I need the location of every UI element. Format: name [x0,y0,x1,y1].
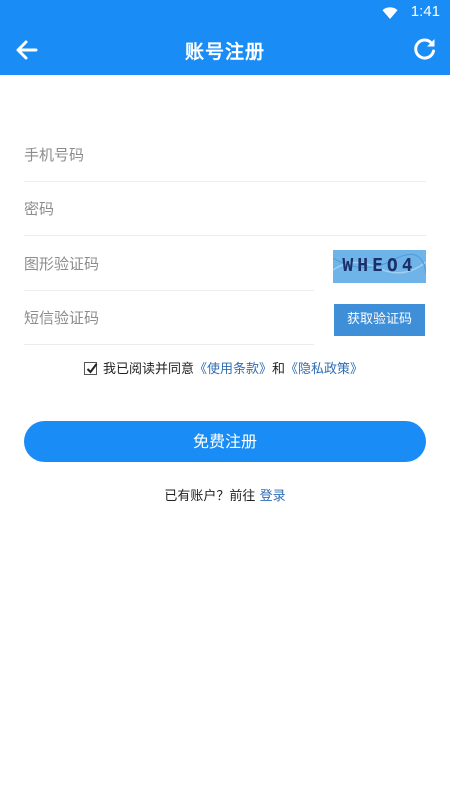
agreement-checkbox[interactable] [84,362,98,375]
refresh-icon[interactable] [412,36,438,62]
checkmark-icon [86,363,98,374]
phone-field [24,128,426,182]
login-link[interactable]: 登录 [260,489,286,504]
agreement-conjunction: 和 [272,362,286,377]
sms-code-input[interactable] [24,291,314,344]
login-prompt: 已有账户？前往 登录 [0,485,450,504]
agreement-row: 我已阅读并同意《使用条款》和《隐私政策》 [84,358,363,378]
get-sms-code-button[interactable]: 获取验证码 [334,304,425,336]
password-field [24,182,426,236]
app-bar: 账号注册 [0,24,450,75]
captcha-field [24,237,314,291]
phone-input[interactable] [24,128,426,181]
password-input[interactable] [24,182,426,235]
terms-link[interactable]: 《使用条款》 [194,362,272,377]
login-prompt-text: 已有账户？前往 [164,489,260,504]
status-bar: 1:41 [0,0,450,24]
agreement-prefix: 我已阅读并同意 [103,362,195,377]
page-title: 账号注册 [184,41,265,63]
wifi-icon [382,5,398,24]
captcha-image[interactable]: WHEO4 [333,250,426,283]
sms-field [24,291,314,345]
privacy-link[interactable]: 《隐私政策》 [285,362,363,377]
captcha-input[interactable] [24,237,314,290]
status-time: 1:41 [410,3,440,20]
register-button[interactable]: 免费注册 [24,421,426,462]
captcha-text: WHEO4 [342,255,417,276]
